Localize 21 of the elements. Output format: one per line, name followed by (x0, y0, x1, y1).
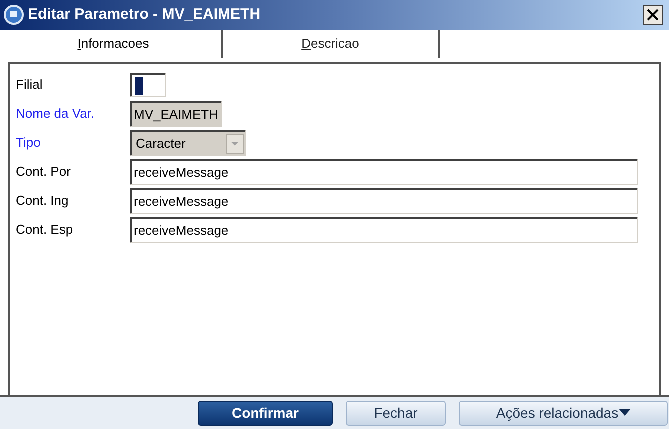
window-title: Editar Parametro - MV_EAIMETH (28, 4, 262, 25)
close-icon (647, 9, 659, 21)
input-field[interactable]: receiveMessage (130, 159, 638, 185)
input-field[interactable]: receiveMessage (130, 188, 638, 214)
input-field[interactable] (130, 73, 166, 97)
dropdown-field[interactable]: Caracter (130, 130, 246, 156)
field-label: Tipo (16, 134, 42, 152)
menu-button[interactable]: Ações relacionadas (459, 400, 668, 426)
action-button[interactable]: Fechar (346, 400, 446, 426)
field-label: Nome da Var. (16, 105, 96, 124)
field-label: Filial (16, 76, 44, 94)
field-label: Cont. Esp (16, 221, 74, 240)
app-icon (4, 5, 24, 25)
action-button[interactable]: Confirmar (198, 400, 333, 426)
field-label: Cont. Ing (16, 192, 70, 210)
caret-icon (618, 409, 631, 417)
input-field[interactable]: MV_EAIMETH (130, 101, 222, 127)
close-button[interactable] (643, 5, 663, 25)
field-label: Cont. Por (16, 163, 72, 182)
text-cursor (135, 76, 143, 94)
input-field[interactable]: receiveMessage (130, 217, 638, 243)
